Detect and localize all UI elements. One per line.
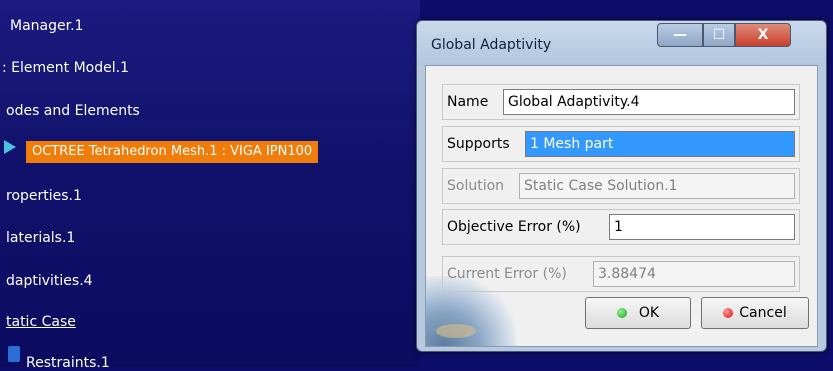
- current-error-label: Current Error (%): [447, 266, 567, 282]
- objective-error-label: Objective Error (%): [447, 219, 581, 235]
- tree-item-manager[interactable]: Manager.1: [10, 18, 83, 34]
- close-button[interactable]: X: [735, 23, 791, 47]
- objective-error-row: Objective Error (%) 1: [442, 209, 800, 245]
- current-error-row: Current Error (%) 3.88474: [442, 256, 800, 292]
- supports-row: Supports 1 Mesh part: [442, 126, 800, 162]
- tree-item-element-model[interactable]: : Element Model.1: [2, 60, 129, 76]
- dialog-title: Global Adaptivity: [431, 37, 552, 53]
- name-row: Name Global Adaptivity.4: [442, 84, 800, 120]
- tree-item-materials[interactable]: laterials.1: [6, 230, 75, 246]
- maximize-button[interactable]: ☐: [703, 23, 735, 47]
- solution-row: Solution Static Case Solution.1: [442, 168, 800, 204]
- dialog-watermark-accent: [436, 324, 476, 338]
- tree-item-adaptivities[interactable]: daptivities.4: [6, 273, 93, 289]
- global-adaptivity-dialog: Global Adaptivity — ☐ X Name Global Adap…: [416, 20, 827, 352]
- tree-item-static-case[interactable]: tatic Case: [6, 314, 76, 330]
- specification-tree: Manager.1 : Element Model.1 odes and Ele…: [0, 0, 420, 371]
- minimize-button[interactable]: —: [657, 23, 703, 47]
- tree-item-restraints[interactable]: Restraints.1: [26, 355, 110, 371]
- mesh-icon: [4, 140, 16, 154]
- name-label: Name: [447, 94, 489, 110]
- ok-label: OK: [638, 305, 660, 321]
- tree-item-properties[interactable]: roperties.1: [6, 188, 82, 204]
- solution-field: Static Case Solution.1: [519, 173, 795, 199]
- restraint-icon: [8, 346, 20, 362]
- ok-icon: [616, 308, 627, 318]
- tree-item-octree-mesh[interactable]: OCTREE Tetrahedron Mesh.1 : VIGA IPN100: [26, 141, 319, 163]
- name-field[interactable]: Global Adaptivity.4: [503, 89, 795, 115]
- solution-label: Solution: [447, 178, 505, 194]
- cancel-button[interactable]: Cancel: [701, 297, 809, 329]
- cancel-icon: [723, 308, 734, 318]
- supports-field[interactable]: 1 Mesh part: [525, 131, 795, 157]
- supports-label: Supports: [447, 136, 510, 152]
- objective-error-field[interactable]: 1: [609, 214, 795, 240]
- current-error-field: 3.88474: [593, 261, 795, 287]
- tree-item-nodes-elements[interactable]: odes and Elements: [6, 103, 140, 119]
- window-controls: — ☐ X: [657, 23, 791, 47]
- cancel-label: Cancel: [739, 305, 787, 321]
- dialog-titlebar[interactable]: Global Adaptivity — ☐ X: [417, 21, 826, 65]
- ok-button[interactable]: OK: [585, 297, 691, 329]
